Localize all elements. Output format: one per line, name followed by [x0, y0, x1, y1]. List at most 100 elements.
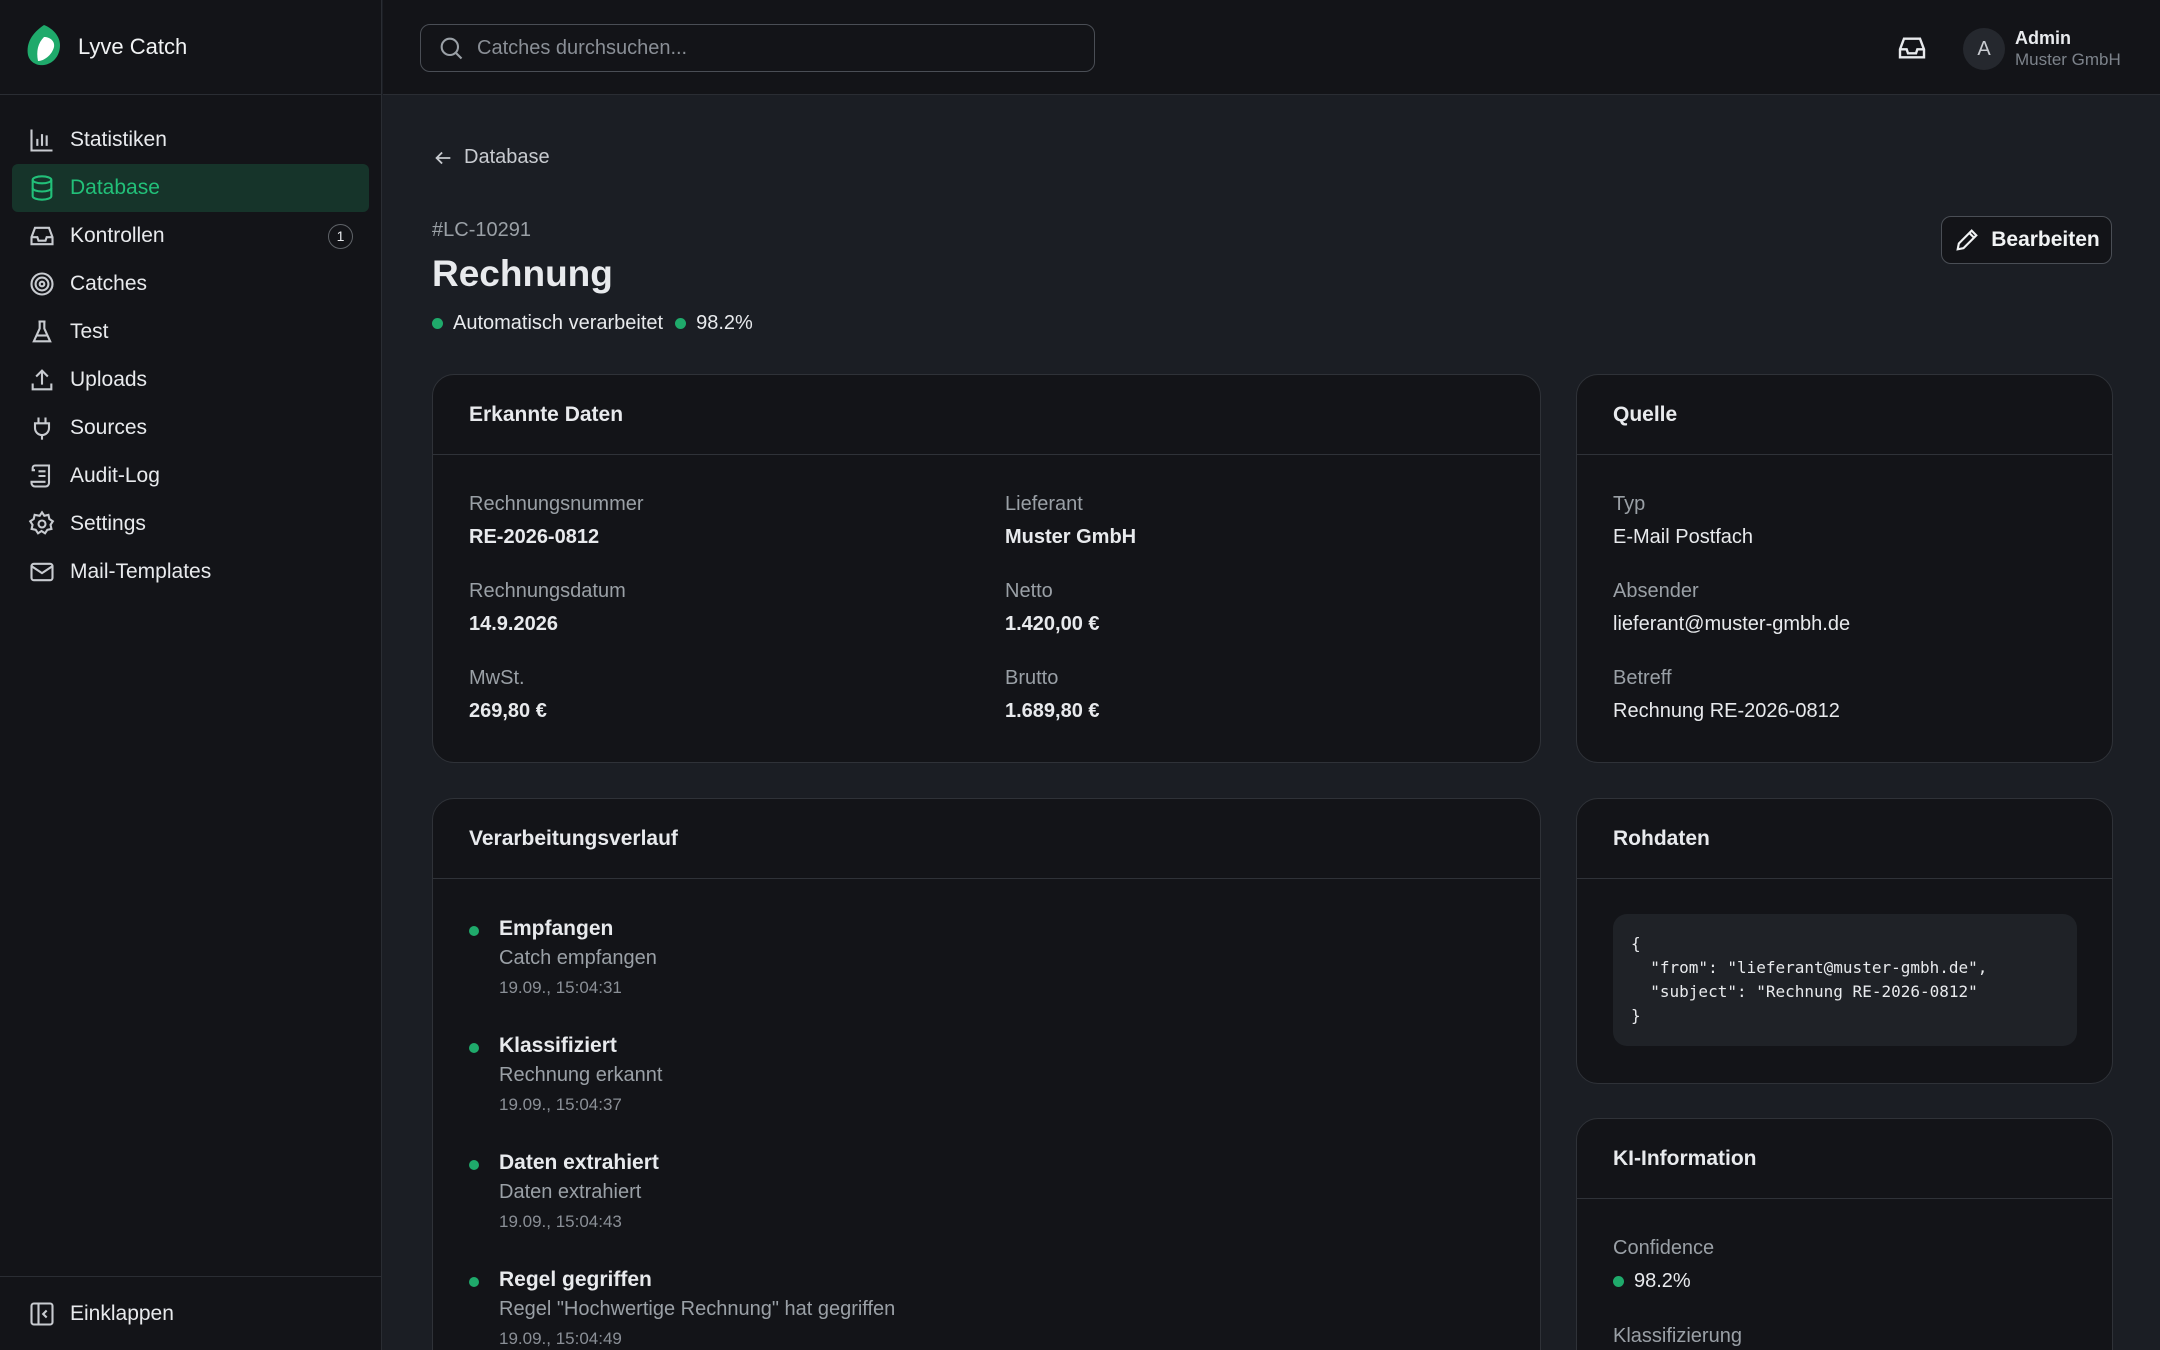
avatar[interactable]: A — [1963, 28, 2005, 70]
card-title: Quelle — [1577, 375, 2112, 455]
topbar: A Admin Muster GmbH — [383, 0, 2160, 95]
field-typ: Typ E-Mail Postfach — [1613, 493, 1753, 549]
scroll-icon — [30, 464, 51, 488]
sidebar-item-label: Settings — [70, 512, 146, 535]
raw-json-code: { "from": "lieferant@muster-gmbh.de", "s… — [1613, 914, 2077, 1046]
database-icon — [31, 175, 53, 201]
plug-icon — [33, 417, 51, 440]
status-text: Automatisch verarbeitet — [453, 312, 664, 334]
ai-info-card: KI-Information Confidence 98.2% Klassifi… — [1576, 1118, 2113, 1350]
sidebar-item-label: Statistiken — [70, 128, 167, 151]
search-input[interactable] — [477, 36, 1077, 60]
field-label: Netto — [1005, 580, 1053, 602]
back-link[interactable]: Database — [432, 146, 550, 169]
sidebar-item-label: Mail-Templates — [70, 560, 212, 583]
edit-button[interactable]: Bearbeiten — [1941, 216, 2112, 264]
field-label: Absender — [1613, 580, 1699, 602]
sidebar-item-label: Sources — [70, 416, 148, 439]
field-lieferant: Lieferant Muster GmbH — [1005, 493, 1136, 549]
field-betreff: Betreff Rechnung RE-2026-0812 — [1613, 667, 1840, 723]
field-mwst: MwSt. 269,80 € — [469, 667, 547, 723]
document-id: #LC-10291 — [432, 219, 531, 241]
collapse-button[interactable]: Einklappen — [0, 1276, 382, 1350]
user-org: Muster GmbH — [2015, 50, 2121, 69]
field-label: Rechnungsdatum — [469, 580, 626, 602]
timeline-title: Klassifiziert — [499, 1034, 617, 1057]
field-value: RE-2026-0812 — [469, 526, 600, 548]
upload-icon — [31, 369, 53, 391]
confidence-text: 98.2% — [696, 312, 753, 334]
sidebar-item-mail-templates[interactable]: Mail-Templates — [12, 548, 369, 596]
field-label: Confidence — [1613, 1237, 1715, 1259]
sidebar-item-settings[interactable]: Settings — [12, 500, 369, 548]
sidebar-item-catches[interactable]: Catches — [12, 260, 369, 308]
field-value: 14.9.2026 — [469, 613, 558, 635]
timeline-time: 19.09., 15:04:37 — [499, 1095, 622, 1114]
field-label: Klassifizierung — [1613, 1325, 1742, 1347]
sidebar-item-statistiken[interactable]: Statistiken — [12, 116, 369, 164]
sidebar-collapse-icon — [30, 1301, 54, 1326]
status-row: Automatisch verarbeitet 98.2% — [432, 312, 753, 335]
timeline-time: 19.09., 15:04:43 — [499, 1212, 622, 1231]
field-value: 1.689,80 € — [1005, 700, 1100, 722]
field-absender: Absender lieferant@muster-gmbh.de — [1613, 580, 1850, 636]
sidebar-item-label: Test — [70, 320, 109, 343]
gear-icon — [28, 510, 55, 535]
edit-label: Bearbeiten — [1991, 228, 2100, 251]
timeline-desc: Catch empfangen — [499, 947, 657, 969]
field-rechnungsdatum: Rechnungsdatum 14.9.2026 — [469, 580, 626, 636]
sidebar-item-label: Catches — [70, 272, 148, 295]
inbox-button[interactable] — [1896, 32, 1928, 64]
sidebar-item-label: Audit-Log — [70, 464, 160, 487]
recognized-data-card: Erkannte Daten Rechnungsnummer RE-2026-0… — [432, 374, 1541, 763]
collapse-label: Einklappen — [70, 1301, 174, 1325]
sidebar: Lyve Catch Statistiken Database Kontroll… — [0, 0, 382, 1350]
brand-name: Lyve Catch — [78, 34, 188, 59]
raw-data-card: Rohdaten { "from": "lieferant@muster-gmb… — [1576, 798, 2113, 1084]
field-value: Rechnung RE-2026-0812 — [1613, 700, 1840, 722]
timeline-title: Empfangen — [499, 917, 614, 940]
source-card: Quelle Typ E-Mail Postfach Absender lief… — [1576, 374, 2113, 763]
user-name: Admin — [2015, 28, 2071, 48]
field-label: Lieferant — [1005, 493, 1083, 515]
field-label: Rechnungsnummer — [469, 493, 644, 515]
field-netto: Netto 1.420,00 € — [1005, 580, 1100, 636]
timeline-title: Regel gegriffen — [499, 1268, 652, 1291]
field-value: lieferant@muster-gmbh.de — [1613, 613, 1851, 635]
timeline-item: Empfangen Catch empfangen 19.09., 15:04:… — [469, 917, 657, 998]
sidebar-item-database[interactable]: Database — [12, 164, 369, 212]
timeline-dot-icon — [469, 1043, 479, 1053]
timeline-title: Daten extrahiert — [499, 1151, 659, 1174]
bar-chart-icon — [30, 129, 53, 152]
inbox-icon — [30, 226, 54, 246]
brand[interactable]: Lyve Catch — [0, 0, 381, 95]
timeline-dot-icon — [469, 1160, 479, 1170]
sidebar-item-label: Kontrollen — [70, 224, 165, 247]
flask-icon — [32, 320, 52, 343]
timeline-dot-icon — [469, 926, 479, 936]
timeline-time: 19.09., 15:04:31 — [499, 978, 622, 997]
sidebar-item-label: Database — [70, 176, 160, 199]
search-icon — [440, 37, 463, 60]
target-icon — [30, 272, 54, 296]
field-label: Brutto — [1005, 667, 1059, 689]
sidebar-item-uploads[interactable]: Uploads — [12, 356, 369, 404]
card-title: Verarbeitungsverlauf — [433, 799, 1540, 879]
timeline-desc: Daten extrahiert — [499, 1181, 642, 1203]
search-bar[interactable] — [420, 24, 1095, 72]
timeline-desc: Regel "Hochwertige Rechnung" hat gegriff… — [499, 1298, 896, 1320]
sidebar-item-audit-log[interactable]: Audit-Log — [12, 452, 369, 500]
sidebar-item-test[interactable]: Test — [12, 308, 369, 356]
sidebar-item-sources[interactable]: Sources — [12, 404, 369, 452]
timeline-time: 19.09., 15:04:49 — [499, 1329, 622, 1348]
inbox-icon — [1898, 37, 1926, 59]
field-value: 269,80 € — [469, 700, 547, 722]
back-label: Database — [464, 146, 550, 168]
card-title: Erkannte Daten — [433, 375, 1540, 455]
field-confidence: Confidence 98.2% — [1613, 1237, 1714, 1293]
field-label: Betreff — [1613, 667, 1672, 689]
field-rechnungsnummer: Rechnungsnummer RE-2026-0812 — [469, 493, 644, 549]
sidebar-item-kontrollen[interactable]: Kontrollen 1 — [12, 212, 369, 260]
field-value: E-Mail Postfach — [1613, 526, 1754, 548]
sidebar-item-label: Uploads — [70, 368, 148, 391]
